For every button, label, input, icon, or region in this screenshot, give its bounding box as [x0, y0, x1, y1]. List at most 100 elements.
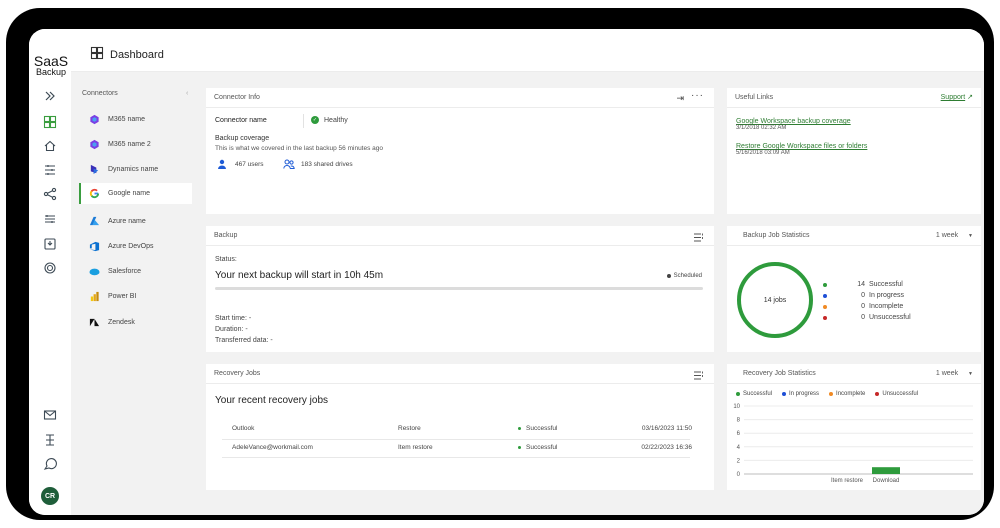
zendesk-icon	[89, 317, 100, 328]
connectors-panel: Connectors ‹ M365 name M365 name 2 Dynam…	[71, 72, 196, 515]
connector-item-dynamics[interactable]: Dynamics name	[79, 159, 192, 180]
connector-item-powerbi[interactable]: Power BI	[79, 286, 192, 307]
brand-line2: Backup	[35, 67, 67, 77]
legend-incomplete: Incomplete	[829, 391, 865, 397]
legend-count: 0	[861, 303, 865, 310]
job-status-label: Successful	[526, 444, 558, 451]
connector-info-title: Connector Info	[214, 94, 260, 101]
chevron-down-icon: ▼	[968, 233, 973, 239]
m365-icon	[89, 114, 100, 125]
next-backup-text: Your next backup will start in 10h 45m	[215, 270, 384, 281]
connector-item-salesforce[interactable]: Salesforce	[79, 261, 192, 282]
y-tick-label: 8	[737, 418, 741, 424]
filter-list-icon[interactable]	[694, 369, 704, 389]
status-dot	[518, 446, 521, 449]
connector-item-azure[interactable]: Azure name	[79, 211, 192, 232]
org-icon[interactable]	[41, 431, 59, 449]
list-icon[interactable]	[41, 161, 59, 179]
connector-label: M365 name	[108, 116, 145, 123]
row-divider	[222, 457, 690, 458]
nav-rail: SaaS Backup CR	[29, 29, 71, 515]
mail-icon[interactable]	[41, 406, 59, 424]
status-dot	[518, 427, 521, 430]
user-icon	[218, 159, 226, 169]
brand-logo: SaaS Backup	[33, 54, 69, 77]
share-icon[interactable]	[41, 185, 59, 203]
job-source: AdeleVance@workmail.com	[232, 444, 313, 451]
google-icon	[89, 188, 100, 199]
top-bar: Dashboard	[71, 29, 984, 72]
backup-title: Backup	[214, 232, 238, 239]
drives-stat: 183 shared drives	[283, 159, 353, 169]
health-status: ✓ Healthy	[311, 116, 348, 124]
job-status: Successful	[518, 444, 557, 451]
jobs-donut: 14 jobs	[737, 262, 813, 338]
azure-icon	[89, 216, 100, 227]
y-tick-label: 0	[737, 472, 741, 478]
azure-devops-icon	[89, 241, 100, 252]
period-select[interactable]: 1 week ▼	[936, 364, 973, 384]
link-item: Google Workspace backup coverage 3/1/201…	[736, 118, 851, 131]
dashboard-nav-icon[interactable]	[41, 113, 59, 131]
device-frame: SaaS Backup CR Dashboard Connectors ‹ M3…	[6, 8, 994, 520]
link-coverage[interactable]: Google Workspace backup coverage	[736, 118, 851, 125]
legend-successful: Successful	[736, 391, 772, 397]
legend-label: In progress	[869, 292, 905, 299]
backup-stats-title: Backup Job Statistics	[743, 232, 810, 239]
job-status-label: Successful	[526, 425, 558, 432]
period-label: 1 week	[935, 232, 959, 239]
legend-incomplete: 0 Incomplete	[823, 301, 911, 312]
transferred-data: Transferred data: -	[215, 337, 273, 344]
backup-stats-legend: 14 Successful 0 In progress 0 Incomplete…	[823, 279, 911, 323]
job-type: Item restore	[398, 444, 433, 451]
expand-icon[interactable]	[41, 87, 59, 105]
connector-item-m365-2[interactable]: M365 name 2	[79, 134, 192, 155]
link-restore[interactable]: Restore Google Workspace files or folder…	[736, 143, 867, 150]
backup-card: Backup Status: Your next backup will sta…	[206, 226, 714, 352]
recovery-stats-title: Recovery Job Statistics	[743, 370, 816, 377]
connector-info-header: Connector Info ⇥ ···	[206, 88, 714, 108]
dynamics-icon	[89, 164, 100, 175]
users-count: 467 users	[235, 160, 264, 168]
legend-label: Unsuccessful	[869, 314, 911, 321]
divider	[303, 114, 304, 128]
more-icon[interactable]: ···	[691, 86, 704, 106]
scheduled-badge: Scheduled	[666, 273, 702, 279]
connector-item-google[interactable]: Google name	[79, 183, 192, 204]
open-icon[interactable]: ⇥	[676, 88, 684, 108]
job-date: 03/16/2023 11:50	[641, 425, 692, 432]
coverage-desc: This is what we covered in the last back…	[215, 145, 384, 152]
period-select[interactable]: 1 week ▼	[936, 226, 973, 246]
connector-label: Azure name	[108, 218, 146, 225]
period-label: 1 week	[935, 370, 959, 377]
user-avatar[interactable]: CR	[41, 487, 59, 505]
help-icon[interactable]	[41, 455, 59, 473]
bar-download	[872, 467, 900, 474]
support-link[interactable]: Support ↗	[941, 88, 973, 108]
home-cloud-icon[interactable]	[41, 137, 59, 155]
table-row[interactable]: AdeleVance@workmail.com Item restore Suc…	[232, 444, 692, 458]
legend-count: 14	[857, 281, 865, 288]
table-row[interactable]: Outlook Restore Successful 03/16/2023 11…	[232, 425, 692, 439]
legend-unsuccessful: Unsuccessful	[875, 391, 918, 397]
status-label: Status:	[215, 256, 237, 263]
legend-label: Incomplete	[869, 303, 904, 310]
legend-label: Successful	[869, 281, 903, 288]
legend-label: In progress	[789, 391, 820, 397]
legend-dot	[875, 392, 880, 396]
storage-icon[interactable]	[41, 210, 59, 228]
connector-item-m365[interactable]: M365 name	[79, 109, 192, 130]
restore-icon[interactable]	[41, 235, 59, 253]
connector-label: Azure DevOps	[108, 243, 154, 250]
y-tick-label: 6	[737, 431, 741, 437]
row-divider	[222, 439, 690, 440]
target-icon[interactable]	[41, 259, 59, 277]
recovery-bar-chart: 10 8 6 4 2 0 Item restore Download	[733, 404, 973, 484]
connector-item-azure-devops[interactable]: Azure DevOps	[79, 236, 192, 257]
filter-list-icon[interactable]	[694, 231, 704, 251]
brand-line1: SaaS	[33, 53, 69, 69]
salesforce-icon	[89, 266, 100, 277]
collapse-icon[interactable]: ‹	[186, 90, 188, 97]
main-area: Connectors ‹ M365 name M365 name 2 Dynam…	[71, 72, 984, 515]
connector-item-zendesk[interactable]: Zendesk	[79, 312, 192, 333]
